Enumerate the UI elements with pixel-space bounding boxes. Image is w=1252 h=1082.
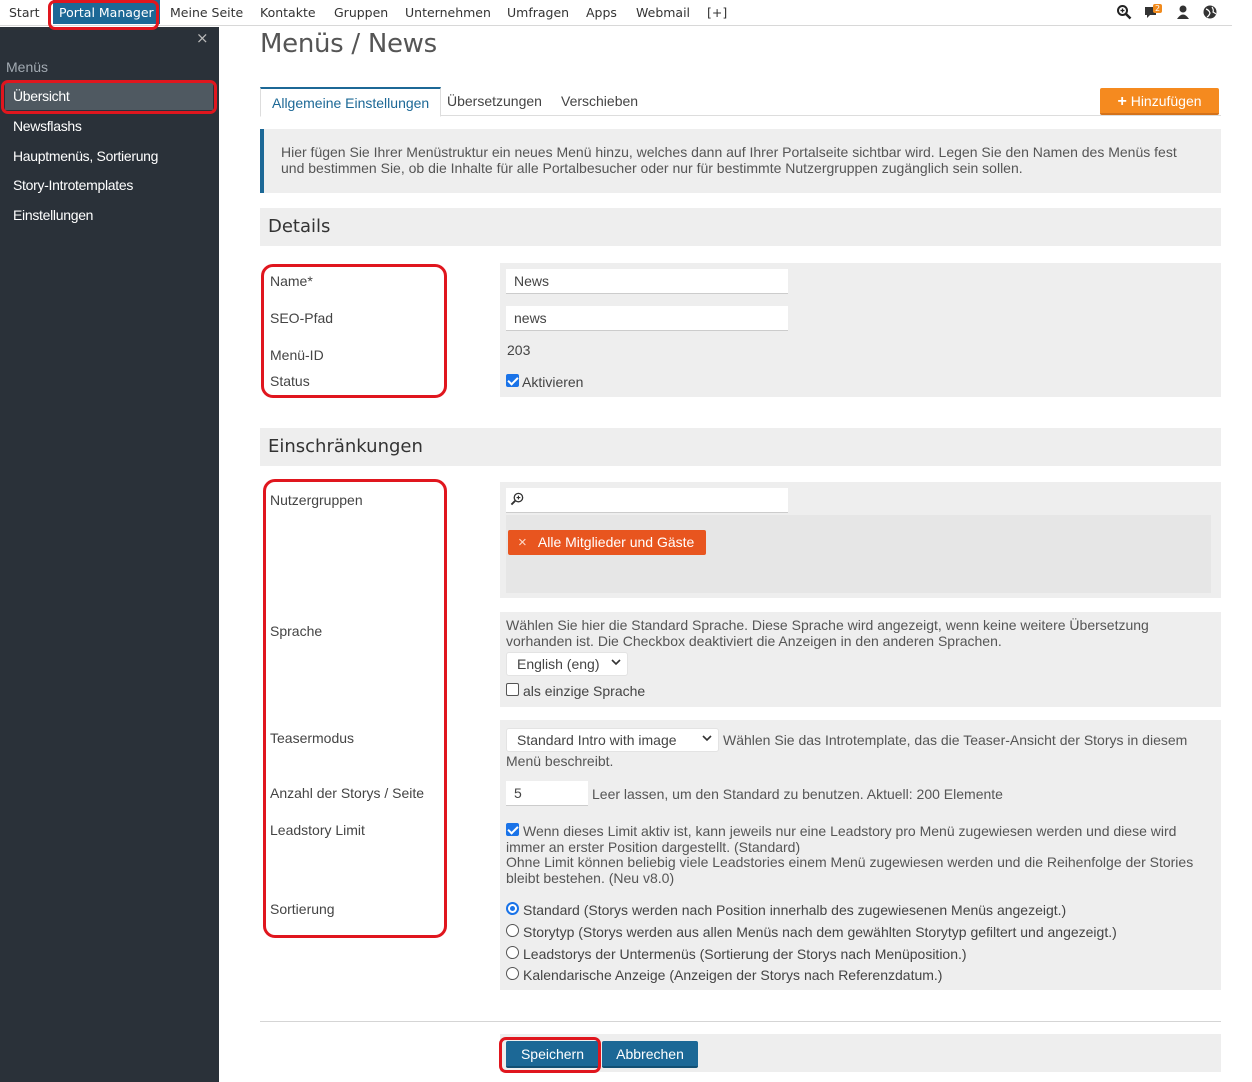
group-tag-label: Alle Mitglieder und Gäste xyxy=(537,534,695,550)
search-icon[interactable] xyxy=(1116,4,1132,20)
teaser-label: Teasermodus xyxy=(270,730,355,746)
leadstory-text: Wenn dieses Limit aktiv ist, kann jeweil… xyxy=(506,823,1177,855)
leadstory-text-2: Ohne Limit können beliebig viele Leadsto… xyxy=(506,854,1194,886)
sidebar-item-story-introtemplates[interactable]: Story-Introtemplates xyxy=(5,172,213,199)
annotation-restriction-labels xyxy=(263,479,447,938)
sidebar-item-hauptmenues[interactable]: Hauptmenüs, Sortierung xyxy=(5,143,213,170)
leadstory-label: Leadstory Limit xyxy=(270,822,365,838)
sidebar: × Menüs Übersicht Newsflashs Hauptmenüs,… xyxy=(0,27,219,1082)
nav-start[interactable]: Start xyxy=(9,0,40,26)
sort-option-standard: Standard (Storys werden nach Position in… xyxy=(523,902,1067,918)
sort-label: Sortierung xyxy=(270,901,335,917)
sort-radio-leadstorys[interactable] xyxy=(506,946,519,959)
nav-apps[interactable]: Apps xyxy=(586,0,617,26)
add-button[interactable]: + Hinzufügen xyxy=(1100,88,1219,115)
notification-badge: 2 xyxy=(1153,4,1163,13)
nav-meine-seite[interactable]: Meine Seite xyxy=(170,0,243,26)
details-heading: Details xyxy=(260,208,1221,246)
tab-allgemeine-einstellungen[interactable]: Allgemeine Einstellungen xyxy=(260,87,442,117)
nav-add-tab[interactable]: [+] xyxy=(707,0,727,26)
nav-portal-manager[interactable]: Portal Manager xyxy=(53,0,160,24)
tab-uebersetzungen[interactable]: Übersetzungen xyxy=(447,87,542,116)
seo-path-input[interactable]: news xyxy=(506,306,788,331)
story-count-help: Leer lassen, um den Standard zu benutzen… xyxy=(592,786,1003,802)
nav-webmail[interactable]: Webmail xyxy=(636,0,690,26)
teaser-select-value: Standard Intro with image xyxy=(517,732,677,748)
cancel-button[interactable]: Abbrechen xyxy=(602,1041,698,1068)
user-icon[interactable] xyxy=(1175,4,1191,20)
menu-id-value: 203 xyxy=(507,342,531,358)
story-count-label: Anzahl der Storys / Seite xyxy=(270,785,425,801)
seo-path-label: SEO-Pfad xyxy=(270,310,334,326)
language-help-text: Wählen Sie hier die Standard Sprache. Di… xyxy=(506,617,1149,649)
groups-search-input[interactable] xyxy=(506,488,788,513)
sidebar-item-newsflashs[interactable]: Newsflashs xyxy=(5,113,213,140)
restrictions-heading: Einschränkungen xyxy=(260,428,1221,466)
sort-option-kalendarisch: Kalendarische Anzeige (Anzeigen der Stor… xyxy=(523,967,943,983)
language-only-checkbox[interactable] xyxy=(506,683,519,696)
remove-tag-icon[interactable]: × xyxy=(518,534,527,551)
plus-icon: + xyxy=(1117,93,1127,110)
group-tag: × Alle Mitglieder und Gäste xyxy=(508,530,707,555)
story-count-input[interactable]: 5 xyxy=(506,781,588,806)
nav-kontakte[interactable]: Kontakte xyxy=(260,0,316,26)
sort-radio-standard[interactable] xyxy=(506,902,519,915)
sidebar-item-uebersicht[interactable]: Übersicht xyxy=(5,83,213,110)
sort-radio-kalendarisch[interactable] xyxy=(506,967,519,980)
globe-icon[interactable] xyxy=(1202,4,1218,20)
info-box: Hier fügen Sie Ihrer Menüstruktur ein ne… xyxy=(260,129,1221,193)
chevron-down-icon xyxy=(702,735,712,742)
search-plus-icon xyxy=(510,492,524,506)
sort-option-leadstorys: Leadstorys der Untermenüs (Sortierung de… xyxy=(523,946,967,962)
nav-unternehmen[interactable]: Unternehmen xyxy=(405,0,491,26)
status-label: Status xyxy=(270,373,310,389)
language-label: Sprache xyxy=(270,623,323,639)
sidebar-heading: Menüs xyxy=(6,59,49,75)
language-only-label: als einzige Sprache xyxy=(523,683,646,699)
nav-umfragen[interactable]: Umfragen xyxy=(507,0,569,26)
status-checkbox-label: Aktivieren xyxy=(522,374,584,390)
nav-gruppen[interactable]: Gruppen xyxy=(334,0,388,26)
language-select[interactable]: English (eng) xyxy=(506,652,628,676)
teaser-help-text-2: Menü beschreibt. xyxy=(506,753,614,769)
page-title: Menüs / News xyxy=(260,29,437,59)
chevron-down-icon xyxy=(611,659,621,666)
sort-option-storytyp: Storytyp (Storys werden aus allen Menüs … xyxy=(523,924,1117,940)
top-navigation: Start Portal Manager Meine Seite Kontakt… xyxy=(0,0,1232,26)
groups-label: Nutzergruppen xyxy=(270,492,363,508)
tab-bar: Allgemeine Einstellungen Übersetzungen V… xyxy=(260,87,1221,117)
status-checkbox[interactable] xyxy=(506,374,519,387)
add-button-label: Hinzufügen xyxy=(1130,93,1202,109)
language-select-value: English (eng) xyxy=(517,656,600,672)
name-label: Name* xyxy=(270,273,313,289)
teaser-help-text: Wählen Sie das Introtemplate, das die Te… xyxy=(723,732,1188,748)
save-button[interactable]: Speichern xyxy=(506,1041,599,1068)
menu-id-label: Menü-ID xyxy=(270,347,324,363)
tab-verschieben[interactable]: Verschieben xyxy=(561,87,638,116)
divider xyxy=(260,1021,1221,1022)
close-icon[interactable]: × xyxy=(196,29,209,47)
name-input[interactable]: News xyxy=(506,269,788,294)
sort-radio-storytyp[interactable] xyxy=(506,924,519,937)
teaser-select[interactable]: Standard Intro with image xyxy=(506,728,719,752)
sidebar-item-einstellungen[interactable]: Einstellungen xyxy=(5,202,213,229)
